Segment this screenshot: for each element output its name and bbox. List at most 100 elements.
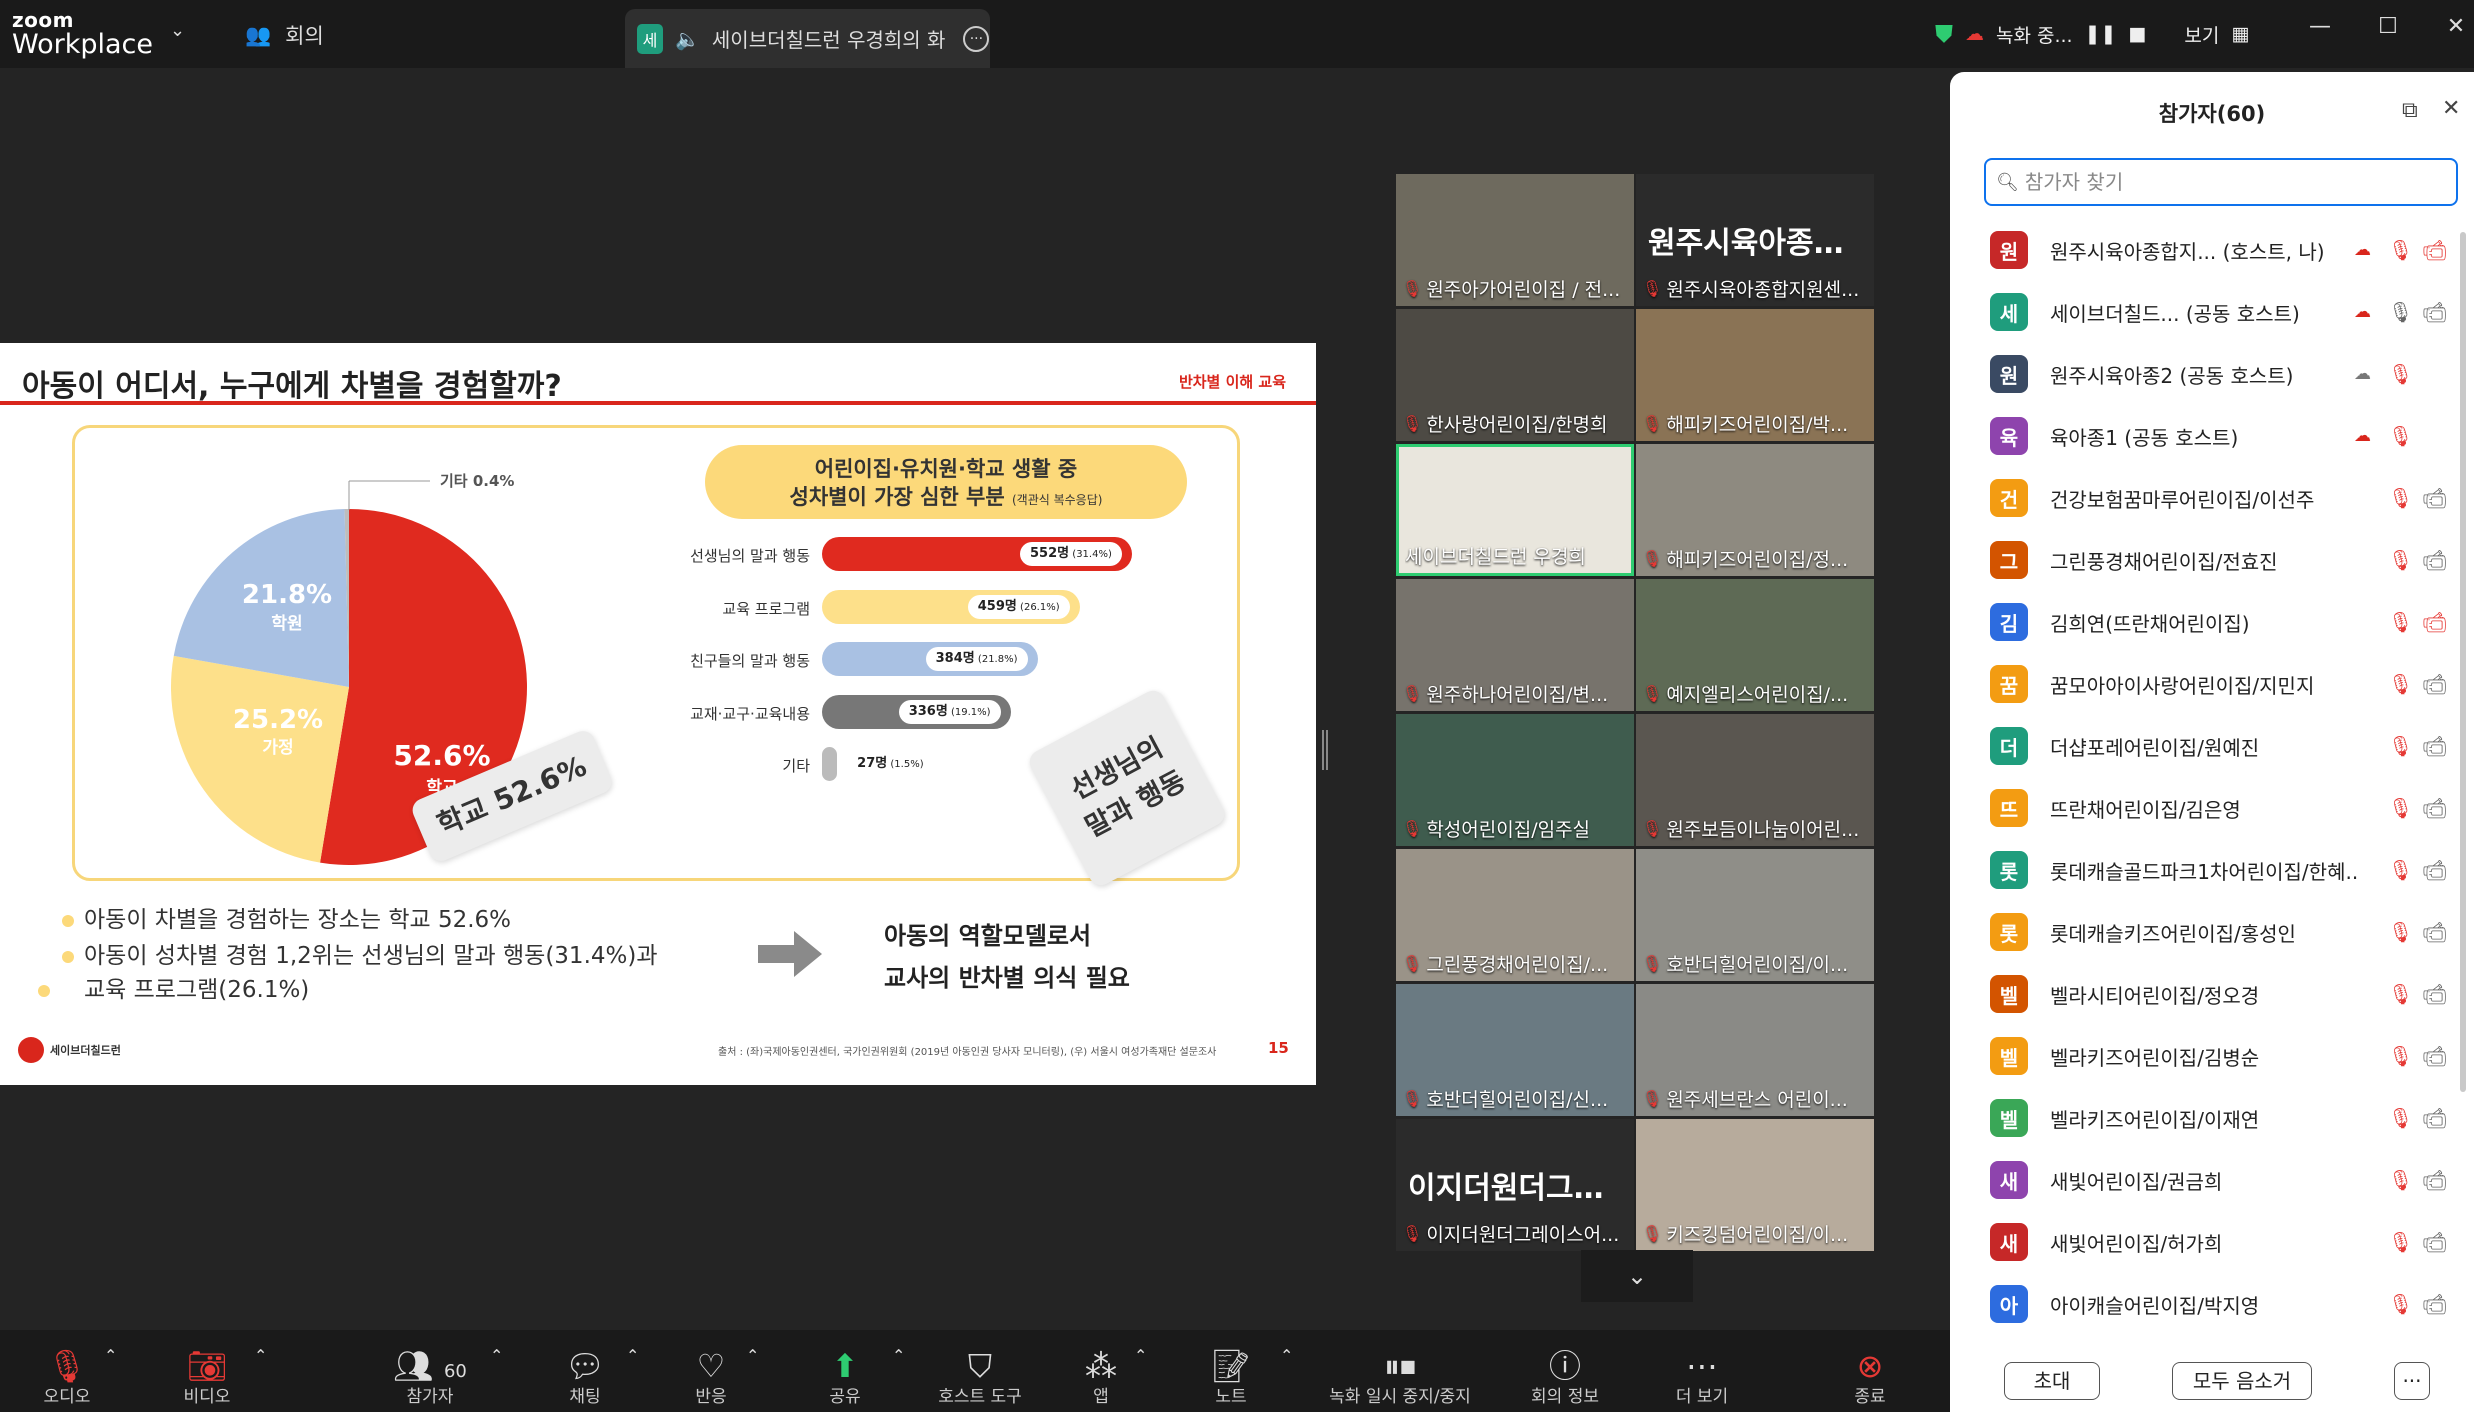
more-icon[interactable]: ··· — [963, 25, 990, 52]
host-tools-button[interactable]: ⛉ 호스트 도구 — [920, 1346, 1040, 1408]
participant-row[interactable]: 건 건강보험꿈마루어린이집/이선주 🎙︎ 📹︎ — [1950, 467, 2474, 529]
panel-more-button[interactable]: ··· — [2394, 1362, 2430, 1400]
video-tile[interactable]: 🎙︎ 원주아가어린이집 / 전... — [1396, 174, 1634, 306]
minimize-icon[interactable]: — — [2298, 14, 2342, 50]
end-button[interactable]: ⊗ 종료 — [1830, 1346, 1910, 1408]
video-tile[interactable]: 🎙︎ 호반더힐어린이집/신... — [1396, 984, 1634, 1116]
video-tile[interactable]: 🎙︎ 원주세브란스 어린이... — [1636, 984, 1874, 1116]
video-icon[interactable]: 📹︎ — [2422, 1106, 2447, 1130]
invite-button[interactable]: 초대 — [2004, 1362, 2100, 1400]
shield-icon[interactable]: ⛊ — [1935, 20, 1953, 48]
video-icon[interactable]: 📹︎ — [2422, 1230, 2447, 1254]
participant-row[interactable]: 롯 롯데캐슬키즈어린이집/홍성인 🎙︎ 📹︎ — [1950, 901, 2474, 963]
mic-muted-icon[interactable]: 🎙︎ — [2388, 1292, 2413, 1316]
video-tile[interactable]: 🎙︎ 한사랑어린이집/한명희 — [1396, 309, 1634, 441]
video-icon[interactable]: 📹︎ — [2422, 796, 2447, 820]
view-label[interactable]: 보기 — [2184, 21, 2219, 48]
mic-muted-icon[interactable]: 🎙︎ — [2388, 920, 2413, 944]
participant-row[interactable]: 원 원주시육아종2 (공동 호스트) ☁ 🎙︎ — [1950, 343, 2474, 405]
more-button[interactable]: ⋯ 더 보기 — [1652, 1346, 1752, 1408]
video-icon[interactable]: 📹︎ — [2422, 672, 2447, 696]
meeting-info-button[interactable]: ⓘ 회의 정보 — [1510, 1346, 1620, 1408]
mic-muted-icon[interactable]: 🎙︎ — [2388, 1106, 2413, 1130]
video-tile[interactable]: 🎙︎ 해피키즈어린이집/박... — [1636, 309, 1874, 441]
video-tile[interactable]: 🎙︎ 그린풍경채어린이집/... — [1396, 849, 1634, 981]
recording-button[interactable]: ⏸⏹ 녹화 일시 중지/중지 — [1300, 1346, 1500, 1408]
participant-row[interactable]: 새 새빛어린이집/허가희 🎙︎ 📹︎ — [1950, 1211, 2474, 1273]
video-off-icon[interactable]: 📹︎ — [2422, 238, 2447, 262]
participant-row[interactable]: 더 더샵포레어린이집/원예진 🎙︎ 📹︎ — [1950, 715, 2474, 777]
chat-button[interactable]: 💬︎ 채팅 — [550, 1346, 620, 1408]
participant-row[interactable]: 롯 롯데캐슬골드파크1차어린이집/한혜... 🎙︎ 📹︎ — [1950, 839, 2474, 901]
stop-recording-icon[interactable]: ■ — [2128, 23, 2146, 45]
notes-chevron-icon[interactable]: ⌃ — [1280, 1346, 1293, 1365]
video-tile[interactable]: 🎙︎ 원주하나어린이집/변... — [1396, 579, 1634, 711]
participant-row[interactable]: 육 육아종1 (공동 호스트) ☁ 🎙︎ — [1950, 405, 2474, 467]
mic-muted-icon[interactable]: 🎙︎ — [2388, 796, 2413, 820]
participant-row[interactable]: 벨 벨라키즈어린이집/김병순 🎙︎ 📹︎ — [1950, 1025, 2474, 1087]
participant-row[interactable]: 새 새빛어린이집/권금희 🎙︎ 📹︎ — [1950, 1149, 2474, 1211]
participant-row[interactable]: 벨 벨라키즈어린이집/이재연 🎙︎ 📹︎ — [1950, 1087, 2474, 1149]
participant-row[interactable]: 김 김희연(뜨란채어린이집) 🎙︎ 📹︎ — [1950, 591, 2474, 653]
chevron-down-icon[interactable]: ⌄ — [170, 20, 194, 44]
mic-muted-icon[interactable]: 🎙︎ — [2388, 548, 2413, 572]
close-icon[interactable]: ✕ — [2434, 14, 2474, 50]
participant-row[interactable]: 아 아이캐슬어린이집/박지영 🎙︎ 📹︎ — [1950, 1273, 2474, 1335]
video-tile[interactable]: 원주시육아종합... 🎙︎ 원주시육아종합지원센... — [1636, 174, 1874, 306]
react-button[interactable]: ♡ 반응 — [676, 1346, 746, 1408]
maximize-icon[interactable]: ☐ — [2366, 14, 2410, 50]
mic-muted-icon[interactable]: 🎙︎ — [2388, 734, 2413, 758]
video-off-icon[interactable]: 📹︎ — [2422, 610, 2447, 634]
participant-row[interactable]: 꿈 꿈모아아이사랑어린이집/지민지 🎙︎ 📹︎ — [1950, 653, 2474, 715]
search-input[interactable] — [2024, 170, 2445, 194]
mic-icon[interactable]: 🎙︎ — [2388, 300, 2413, 324]
meeting-menu[interactable]: 👥 회의 — [245, 18, 324, 52]
grid-view-icon[interactable]: ▦ — [2231, 23, 2249, 45]
video-options-chevron-icon[interactable]: ⌃ — [254, 1346, 267, 1365]
share-chevron-icon[interactable]: ⌃ — [892, 1346, 905, 1365]
video-icon[interactable]: 📹︎ — [2422, 858, 2447, 882]
close-panel-icon[interactable]: ✕ — [2442, 96, 2460, 121]
panel-scrollbar[interactable] — [2460, 232, 2466, 1092]
video-tile[interactable]: 🎙︎ 예지엘리스어린이집/... — [1636, 579, 1874, 711]
video-tile[interactable]: 🎙︎ 원주보듬이나눔이어린... — [1636, 714, 1874, 846]
participant-row[interactable]: 그 그린풍경채어린이집/전효진 🎙︎ 📹︎ — [1950, 529, 2474, 591]
video-icon[interactable]: 📹︎ — [2422, 1168, 2447, 1192]
resize-handle[interactable] — [1322, 730, 1328, 770]
share-button[interactable]: ⬆ 공유 — [810, 1346, 880, 1408]
video-icon[interactable]: 📹︎ — [2422, 982, 2447, 1006]
video-tile[interactable]: 🎙︎ 호반더힐어린이집/이... — [1636, 849, 1874, 981]
video-button[interactable]: 📷︎ 비디오 — [170, 1346, 244, 1408]
meeting-tab[interactable]: 세 🔈 세이브더칠드런 우경희의 화 ··· — [625, 9, 990, 68]
grid-scroll-down-icon[interactable]: ⌄ — [1581, 1250, 1693, 1302]
chat-chevron-icon[interactable]: ⌃ — [626, 1346, 639, 1365]
video-icon[interactable]: 📹︎ — [2422, 920, 2447, 944]
video-icon[interactable]: 📹︎ — [2422, 734, 2447, 758]
mic-muted-icon[interactable]: 🎙︎ — [2388, 672, 2413, 696]
mic-muted-icon[interactable]: 🎙︎ — [2388, 1168, 2413, 1192]
pause-recording-icon[interactable]: ❚❚ — [2085, 23, 2117, 45]
mute-all-button[interactable]: 모두 음소거 — [2172, 1362, 2312, 1400]
video-icon[interactable]: 📹︎ — [2422, 1044, 2447, 1068]
apps-button[interactable]: ⁂ 앱 — [1066, 1346, 1136, 1408]
participants-chevron-icon[interactable]: ⌃ — [490, 1346, 503, 1365]
mic-muted-icon[interactable]: 🎙︎ — [2388, 1044, 2413, 1068]
video-tile[interactable]: 이지더원더그레... 🎙︎ 이지더원더그레이스어... — [1396, 1119, 1634, 1251]
mic-muted-icon[interactable]: 🎙︎ — [2388, 486, 2413, 510]
audio-button[interactable]: 🎙︎ 오디오 — [30, 1346, 104, 1408]
mic-muted-icon[interactable]: 🎙︎ — [2388, 982, 2413, 1006]
video-icon[interactable]: 📹︎ — [2422, 548, 2447, 572]
apps-chevron-icon[interactable]: ⌃ — [1134, 1346, 1147, 1365]
video-tile[interactable]: 🎙︎ 해피키즈어린이집/정... — [1636, 444, 1874, 576]
mic-muted-icon[interactable]: 🎙︎ — [2388, 238, 2413, 262]
participant-row[interactable]: 세 세이브더칠드... (공동 호스트) ☁ 🎙︎ 📹︎ — [1950, 281, 2474, 343]
video-icon[interactable]: 📹︎ — [2422, 300, 2447, 324]
video-tile[interactable]: 🎙︎ 학성어린이집/임주실 — [1396, 714, 1634, 846]
mic-muted-icon[interactable]: 🎙︎ — [2388, 362, 2413, 386]
participants-button[interactable]: 👥︎ 60 참가자 — [380, 1346, 480, 1408]
react-chevron-icon[interactable]: ⌃ — [746, 1346, 759, 1365]
video-tile[interactable]: 세이브더칠드런 우경희 — [1396, 444, 1634, 576]
video-icon[interactable]: 📹︎ — [2422, 1292, 2447, 1316]
audio-options-chevron-icon[interactable]: ⌃ — [104, 1346, 117, 1365]
participant-row[interactable]: 벨 벨라시티어린이집/정오경 🎙︎ 📹︎ — [1950, 963, 2474, 1025]
